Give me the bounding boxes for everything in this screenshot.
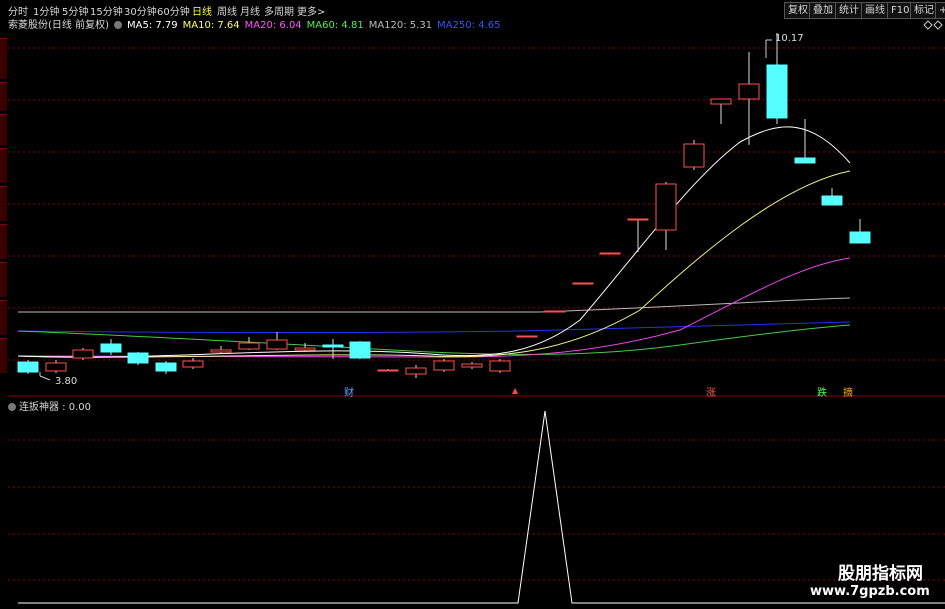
candle-up	[294, 347, 316, 351]
period-tab-daily[interactable]: 日线	[192, 3, 212, 18]
statistics-button[interactable]: 统计	[835, 2, 863, 19]
side-tab[interactable]	[0, 114, 7, 145]
candle-up	[405, 367, 427, 375]
period-toolbar: 分时 1分钟 5分钟 15分钟 30分钟 60分钟 日线 周线 月线 多周期 更…	[0, 0, 945, 19]
period-tab-multi[interactable]: 多周期	[264, 3, 294, 18]
overlay-button[interactable]: 叠加	[809, 2, 837, 19]
candle-up	[238, 342, 260, 350]
candle-down	[821, 195, 843, 206]
stock-title: 索菱股份(日线 前复权)	[8, 20, 109, 31]
candle-up	[210, 349, 232, 353]
candle-up	[72, 349, 94, 359]
event-marker-finance[interactable]: 财	[344, 384, 354, 399]
candle-down	[766, 64, 788, 119]
ma250-label: MA250: 4.65	[437, 20, 501, 31]
period-tab-weekly[interactable]: 周线	[217, 3, 237, 18]
diamond-icon	[933, 20, 943, 30]
candle-up	[433, 360, 455, 371]
event-marker-rise[interactable]: 涨	[706, 384, 716, 399]
candle-up	[182, 360, 204, 368]
candle-up	[572, 282, 594, 285]
price-chart	[8, 20, 945, 604]
diamond-icon	[923, 20, 933, 30]
indicator-title: 连扳神器 : 0.00	[8, 398, 91, 413]
low-arrow-icon	[39, 372, 51, 381]
candle-up	[266, 339, 288, 350]
high-arrow-icon	[765, 39, 772, 58]
candle-up	[710, 98, 732, 105]
side-tab[interactable]	[0, 38, 7, 79]
side-tab[interactable]	[0, 82, 7, 111]
event-marker-delist[interactable]: 摘	[843, 384, 853, 399]
candle-down	[155, 362, 177, 372]
candle-up	[45, 362, 67, 372]
candle-down	[349, 341, 371, 359]
candle-up	[738, 83, 760, 100]
candle-up	[516, 335, 538, 338]
low-price-label: 3.80	[55, 376, 78, 387]
grid-lines	[8, 47, 945, 581]
ma10-label: MA10: 7.64	[182, 20, 240, 31]
ma60-line	[17, 324, 851, 355]
high-price-label: 10.17	[775, 33, 804, 44]
add-button[interactable]: +	[935, 2, 945, 19]
ma60-label: MA60: 4.81	[306, 20, 364, 31]
period-tab-30min[interactable]: 30分钟	[124, 3, 157, 18]
candle-up	[461, 363, 483, 368]
event-marker-fall[interactable]: 跌	[817, 384, 827, 399]
candle-down	[849, 231, 871, 244]
candle-down	[100, 343, 122, 353]
side-tab[interactable]	[0, 186, 7, 221]
restore-rights-button[interactable]: 复权	[784, 2, 812, 19]
period-tab-1min[interactable]: 1分钟	[33, 3, 59, 18]
ma10-line	[17, 170, 851, 358]
ma5-line	[17, 126, 851, 358]
candle-down	[322, 344, 344, 348]
candle-up	[655, 183, 677, 231]
period-tab-more[interactable]: 更多>	[297, 3, 325, 18]
side-tab[interactable]	[0, 148, 7, 183]
ma20-line	[17, 257, 851, 358]
candle-down	[127, 352, 149, 364]
candle-up	[627, 218, 649, 221]
draw-line-button[interactable]: 画线	[861, 2, 889, 19]
candle-up	[489, 360, 511, 372]
period-tab-timeshare[interactable]: 分时	[8, 3, 28, 18]
period-tab-60min[interactable]: 60分钟	[157, 3, 190, 18]
ma120-line	[17, 297, 851, 313]
candle-down	[794, 157, 816, 164]
side-tab[interactable]	[0, 224, 7, 259]
side-tab[interactable]	[0, 300, 7, 335]
ma20-label: MA20: 6.04	[244, 20, 302, 31]
ma5-label: MA5: 7.79	[126, 20, 178, 31]
watermark-url: www.7gpzb.com	[810, 584, 930, 599]
period-tab-5min[interactable]: 5分钟	[62, 3, 88, 18]
period-tab-monthly[interactable]: 月线	[240, 3, 260, 18]
left-side-tabs	[0, 18, 8, 398]
period-tab-15min[interactable]: 15分钟	[90, 3, 123, 18]
candle-up	[683, 143, 705, 168]
ma250-line	[17, 321, 851, 333]
settings-circle-icon[interactable]	[113, 21, 122, 29]
indicator-settings-icon[interactable]	[8, 403, 16, 411]
ma120-label: MA120: 5.31	[368, 20, 433, 31]
ma-legend: 索菱股份(日线 前复权) MA5: 7.79 MA10: 7.64 MA20: 6.0…	[8, 19, 505, 33]
side-tab[interactable]	[0, 338, 7, 373]
candle-up	[599, 252, 621, 255]
watermark-logo: 股朋指标网	[838, 564, 923, 584]
indicator-line	[18, 410, 945, 604]
candle-down	[17, 361, 39, 373]
indicator-title-text: 连扳神器 : 0.00	[19, 402, 91, 413]
event-marker-up-arrow[interactable]: ▲	[512, 386, 518, 395]
side-tab[interactable]	[0, 262, 7, 297]
candle-up	[377, 369, 399, 372]
mark-button[interactable]: 标记	[910, 2, 938, 19]
candle-up	[544, 310, 566, 313]
